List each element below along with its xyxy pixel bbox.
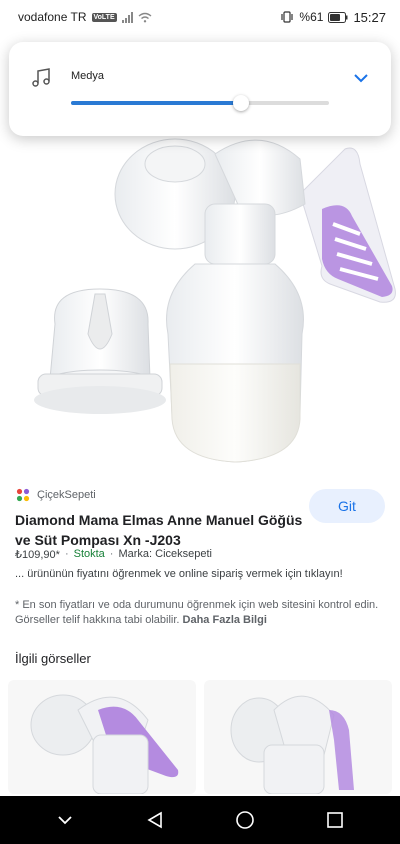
- chevron-down-icon: [354, 74, 368, 83]
- status-left: vodafone TR VoLTE: [18, 10, 152, 24]
- expand-volume-button[interactable]: [345, 62, 377, 94]
- copyright-note: * En son fiyatları ve oda durumunu öğren…: [15, 598, 390, 628]
- source-name: ÇiçekSepeti: [37, 489, 96, 501]
- battery-icon: [328, 11, 348, 23]
- signal-icon: [121, 11, 133, 23]
- related-image-1[interactable]: [8, 680, 196, 794]
- volte-badge: VoLTE: [91, 12, 117, 22]
- volume-slider[interactable]: [71, 95, 329, 111]
- stock-status: Stokta: [73, 548, 105, 560]
- volume-slider-fill: [71, 101, 242, 105]
- hide-keyboard-button[interactable]: [45, 800, 85, 840]
- related-image-2[interactable]: [204, 680, 392, 794]
- music-note-icon[interactable]: [29, 66, 53, 90]
- recents-square-icon: [327, 812, 343, 828]
- go-button[interactable]: Git: [309, 489, 385, 523]
- recents-button[interactable]: [315, 800, 355, 840]
- volume-panel: Medya: [9, 42, 391, 136]
- battery-percent: %61: [299, 10, 324, 24]
- ciceksepeti-logo-icon: [16, 488, 30, 502]
- separator-dot: ·: [109, 548, 114, 560]
- product-meta: ₺109,90* · Stokta · Marka: Ciceksepeti: [15, 548, 212, 561]
- brand: Marka: Ciceksepeti: [118, 548, 213, 560]
- navigation-bar: [0, 796, 400, 844]
- related-pump-image-2: [230, 695, 354, 794]
- volume-slider-thumb[interactable]: [233, 95, 250, 111]
- carrier-name: vodafone TR: [18, 10, 87, 24]
- more-info-link[interactable]: Daha Fazla Bilgi: [183, 614, 267, 626]
- status-bar: vodafone TR VoLTE %61 15:27: [0, 0, 400, 34]
- back-triangle-icon: [147, 811, 162, 829]
- status-right: %61 15:27: [280, 10, 386, 25]
- product-title[interactable]: Diamond Mama Elmas Anne Manuel Göğüs ve …: [15, 510, 305, 550]
- home-button[interactable]: [225, 800, 265, 840]
- volume-stream-label: Medya: [71, 70, 105, 82]
- price: ₺109,90*: [15, 549, 60, 561]
- source-site[interactable]: ÇiçekSepeti: [15, 487, 96, 503]
- product-description: ... ürününün fiyatını öğrenmek ve online…: [15, 568, 343, 580]
- wifi-icon: [138, 12, 152, 22]
- back-button[interactable]: [135, 800, 175, 840]
- chevron-down-icon: [58, 816, 72, 825]
- home-circle-icon: [236, 811, 254, 829]
- related-pump-image-1: [30, 694, 179, 794]
- clock: 15:27: [353, 9, 386, 25]
- vibrate-icon: [281, 11, 294, 23]
- related-images-heading: İlgili görseller: [15, 651, 91, 666]
- separator-dot: ·: [64, 548, 69, 560]
